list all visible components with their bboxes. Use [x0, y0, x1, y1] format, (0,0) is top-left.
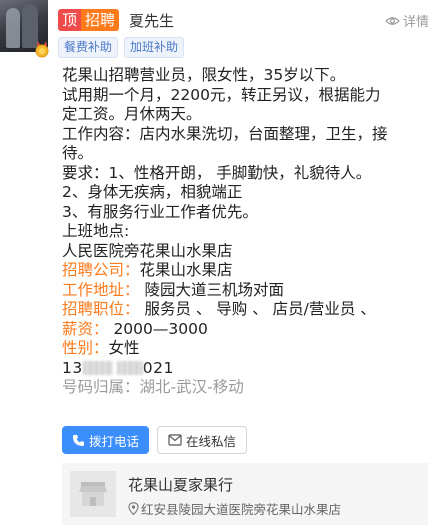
phone-tail: 021: [142, 358, 174, 377]
field-key: 薪资：: [62, 319, 109, 338]
field-value: 服务员 、 导购 、 店员/营业员 、: [139, 300, 376, 318]
post-content: 花果山招聘营业员，限女性，35岁以下。 试用期一个月，2200元，转正另议，根据…: [62, 66, 430, 398]
benefit-badges: 餐费补助 加班补助: [58, 37, 185, 58]
body-line: 2、身体无疾病，相貌端正: [62, 183, 243, 201]
body-line: 3、有服务行业工作者优先。: [62, 202, 258, 221]
body-line: 试用期一个月，2200元，转正另议，根据能力: [62, 85, 381, 104]
body-line: 工作内容：店内水果洗切，台面整理，卫生，接: [62, 124, 388, 143]
post-title-row: 顶 招聘 夏先生: [58, 9, 174, 31]
medal-icon: [35, 41, 49, 58]
field-key: 招聘职位：: [62, 300, 140, 318]
avatar-figure: [6, 8, 20, 48]
field-value: 2000—3000: [108, 319, 208, 338]
location-pin-icon: [128, 502, 139, 515]
benefit-badge: 加班补助: [124, 37, 185, 58]
field-address: 工作地址： 陵园大道三机场对面: [62, 281, 430, 301]
body-line: 花果山招聘营业员，限女性，35岁以下。: [62, 66, 346, 84]
poster-name[interactable]: 夏先生: [129, 10, 174, 31]
detail-link[interactable]: 详情: [385, 11, 429, 30]
field-position: 招聘职位： 服务员 、 导购 、 店员/营业员 、: [62, 300, 430, 320]
body-line: 待。: [62, 144, 94, 162]
phone-location: 号码归属：湖北-武汉-移动: [62, 378, 430, 398]
field-key: 工作地址：: [62, 280, 140, 299]
phone-icon: [72, 434, 85, 446]
phone-number[interactable]: 13 021: [62, 359, 430, 379]
call-button-label: 拨打电话: [89, 433, 140, 449]
field-value: 女性: [108, 339, 140, 357]
phone-mask: [116, 360, 143, 375]
store-icon: [79, 482, 107, 506]
body-line: 上班地点:: [62, 222, 130, 240]
field-value: 陵园大道三机场对面: [139, 280, 284, 299]
body-line: 定工资。月休两天。: [62, 105, 202, 123]
body-line: 人民医院旁花果山水果店: [62, 241, 233, 260]
call-button[interactable]: 拨打电话: [62, 426, 150, 454]
shop-address: 红安县陵园大道医院旁花果山水果店: [128, 499, 341, 518]
shop-name: 花果山夏家果行: [128, 476, 234, 494]
detail-label: 详情: [402, 15, 429, 30]
phone-mask: [82, 360, 113, 375]
message-icon: [168, 434, 182, 446]
shop-thumbnail: [70, 471, 116, 517]
field-company: 招聘公司：花果山水果店: [62, 261, 430, 281]
field-key: 性别：: [62, 339, 109, 357]
field-gender: 性别：女性: [62, 339, 430, 359]
body-line: 要求：1、性格开朗， 手脚勤快，礼貌待人。: [62, 163, 372, 182]
field-salary: 薪资： 2000—3000: [62, 320, 430, 340]
field-value: 花果山水果店: [139, 261, 233, 279]
eye-icon: [385, 16, 400, 25]
hire-tag: 招聘: [81, 9, 120, 31]
shop-address-text: 红安县陵园大道医院旁花果山水果店: [141, 502, 342, 517]
top-tag: 顶: [58, 9, 82, 31]
message-button-label: 在线私信: [186, 433, 237, 449]
message-button[interactable]: 在线私信: [157, 426, 248, 454]
shop-card[interactable]: 花果山夏家果行 红安县陵园大道医院旁花果山水果店: [62, 463, 428, 525]
phone-location-value: 湖北-武汉-移动: [139, 378, 244, 396]
field-key: 招聘公司：: [62, 261, 140, 279]
benefit-badge: 餐费补助: [58, 37, 119, 58]
phone-prefix: 13: [62, 358, 83, 377]
phone-location-label: 号码归属：: [62, 378, 140, 396]
action-buttons: 拨打电话 在线私信: [62, 426, 248, 454]
